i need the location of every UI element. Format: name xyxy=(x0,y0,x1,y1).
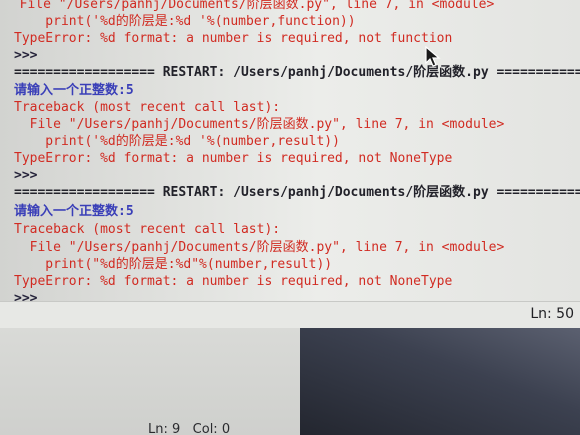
line-number-status: Ln: 50 xyxy=(530,306,574,322)
error-line: TypeError: %d format: a number is requir… xyxy=(14,274,453,289)
error-line: File "/Users/panhj/Documents/阶层函数.py", l… xyxy=(14,117,505,132)
shell-prompt: >>> xyxy=(14,168,38,183)
error-line: TypeError: %d format: a number is requir… xyxy=(14,31,453,46)
error-line: print('%d的阶层是:%d '%(number,function)) xyxy=(14,14,356,29)
status-bar: Ln: 50 xyxy=(0,301,580,329)
editor-status-bar: Ln: 9 Col: 0 xyxy=(0,422,300,435)
restart-banner: ================== RESTART: /Users/panhj… xyxy=(14,185,580,200)
input-prompt-line: 请输入一个正整数:5 xyxy=(14,83,134,98)
screen: File "/Users/panhj/Documents/阶层函数.py", l… xyxy=(0,0,580,435)
restart-banner: ================== RESTART: /Users/panhj… xyxy=(14,65,580,80)
input-prompt-line: 请输入一个正整数:5 xyxy=(14,204,134,219)
desktop-background xyxy=(300,328,580,435)
shell-prompt: >>> xyxy=(14,48,38,63)
python-shell-output[interactable]: File "/Users/panhj/Documents/阶层函数.py", l… xyxy=(0,0,580,314)
mouse-pointer-icon xyxy=(425,46,441,67)
error-line: Traceback (most recent call last): xyxy=(14,222,281,237)
editor-position-status: Ln: 9 Col: 0 xyxy=(148,422,231,435)
error-line: print('%d的阶层是:%d '%(number,result)) xyxy=(14,134,340,149)
editor-window[interactable]: Ln: 9 Col: 0 xyxy=(0,328,301,435)
error-line: TypeError: %d format: a number is requir… xyxy=(14,151,453,166)
error-line: File "/Users/panhj/Documents/阶层函数.py", l… xyxy=(4,0,495,12)
error-line: print("%d的阶层是:%d"%(number,result)) xyxy=(14,257,333,272)
error-line: File "/Users/panhj/Documents/阶层函数.py", l… xyxy=(14,240,505,255)
error-line: Traceback (most recent call last): xyxy=(14,100,281,115)
